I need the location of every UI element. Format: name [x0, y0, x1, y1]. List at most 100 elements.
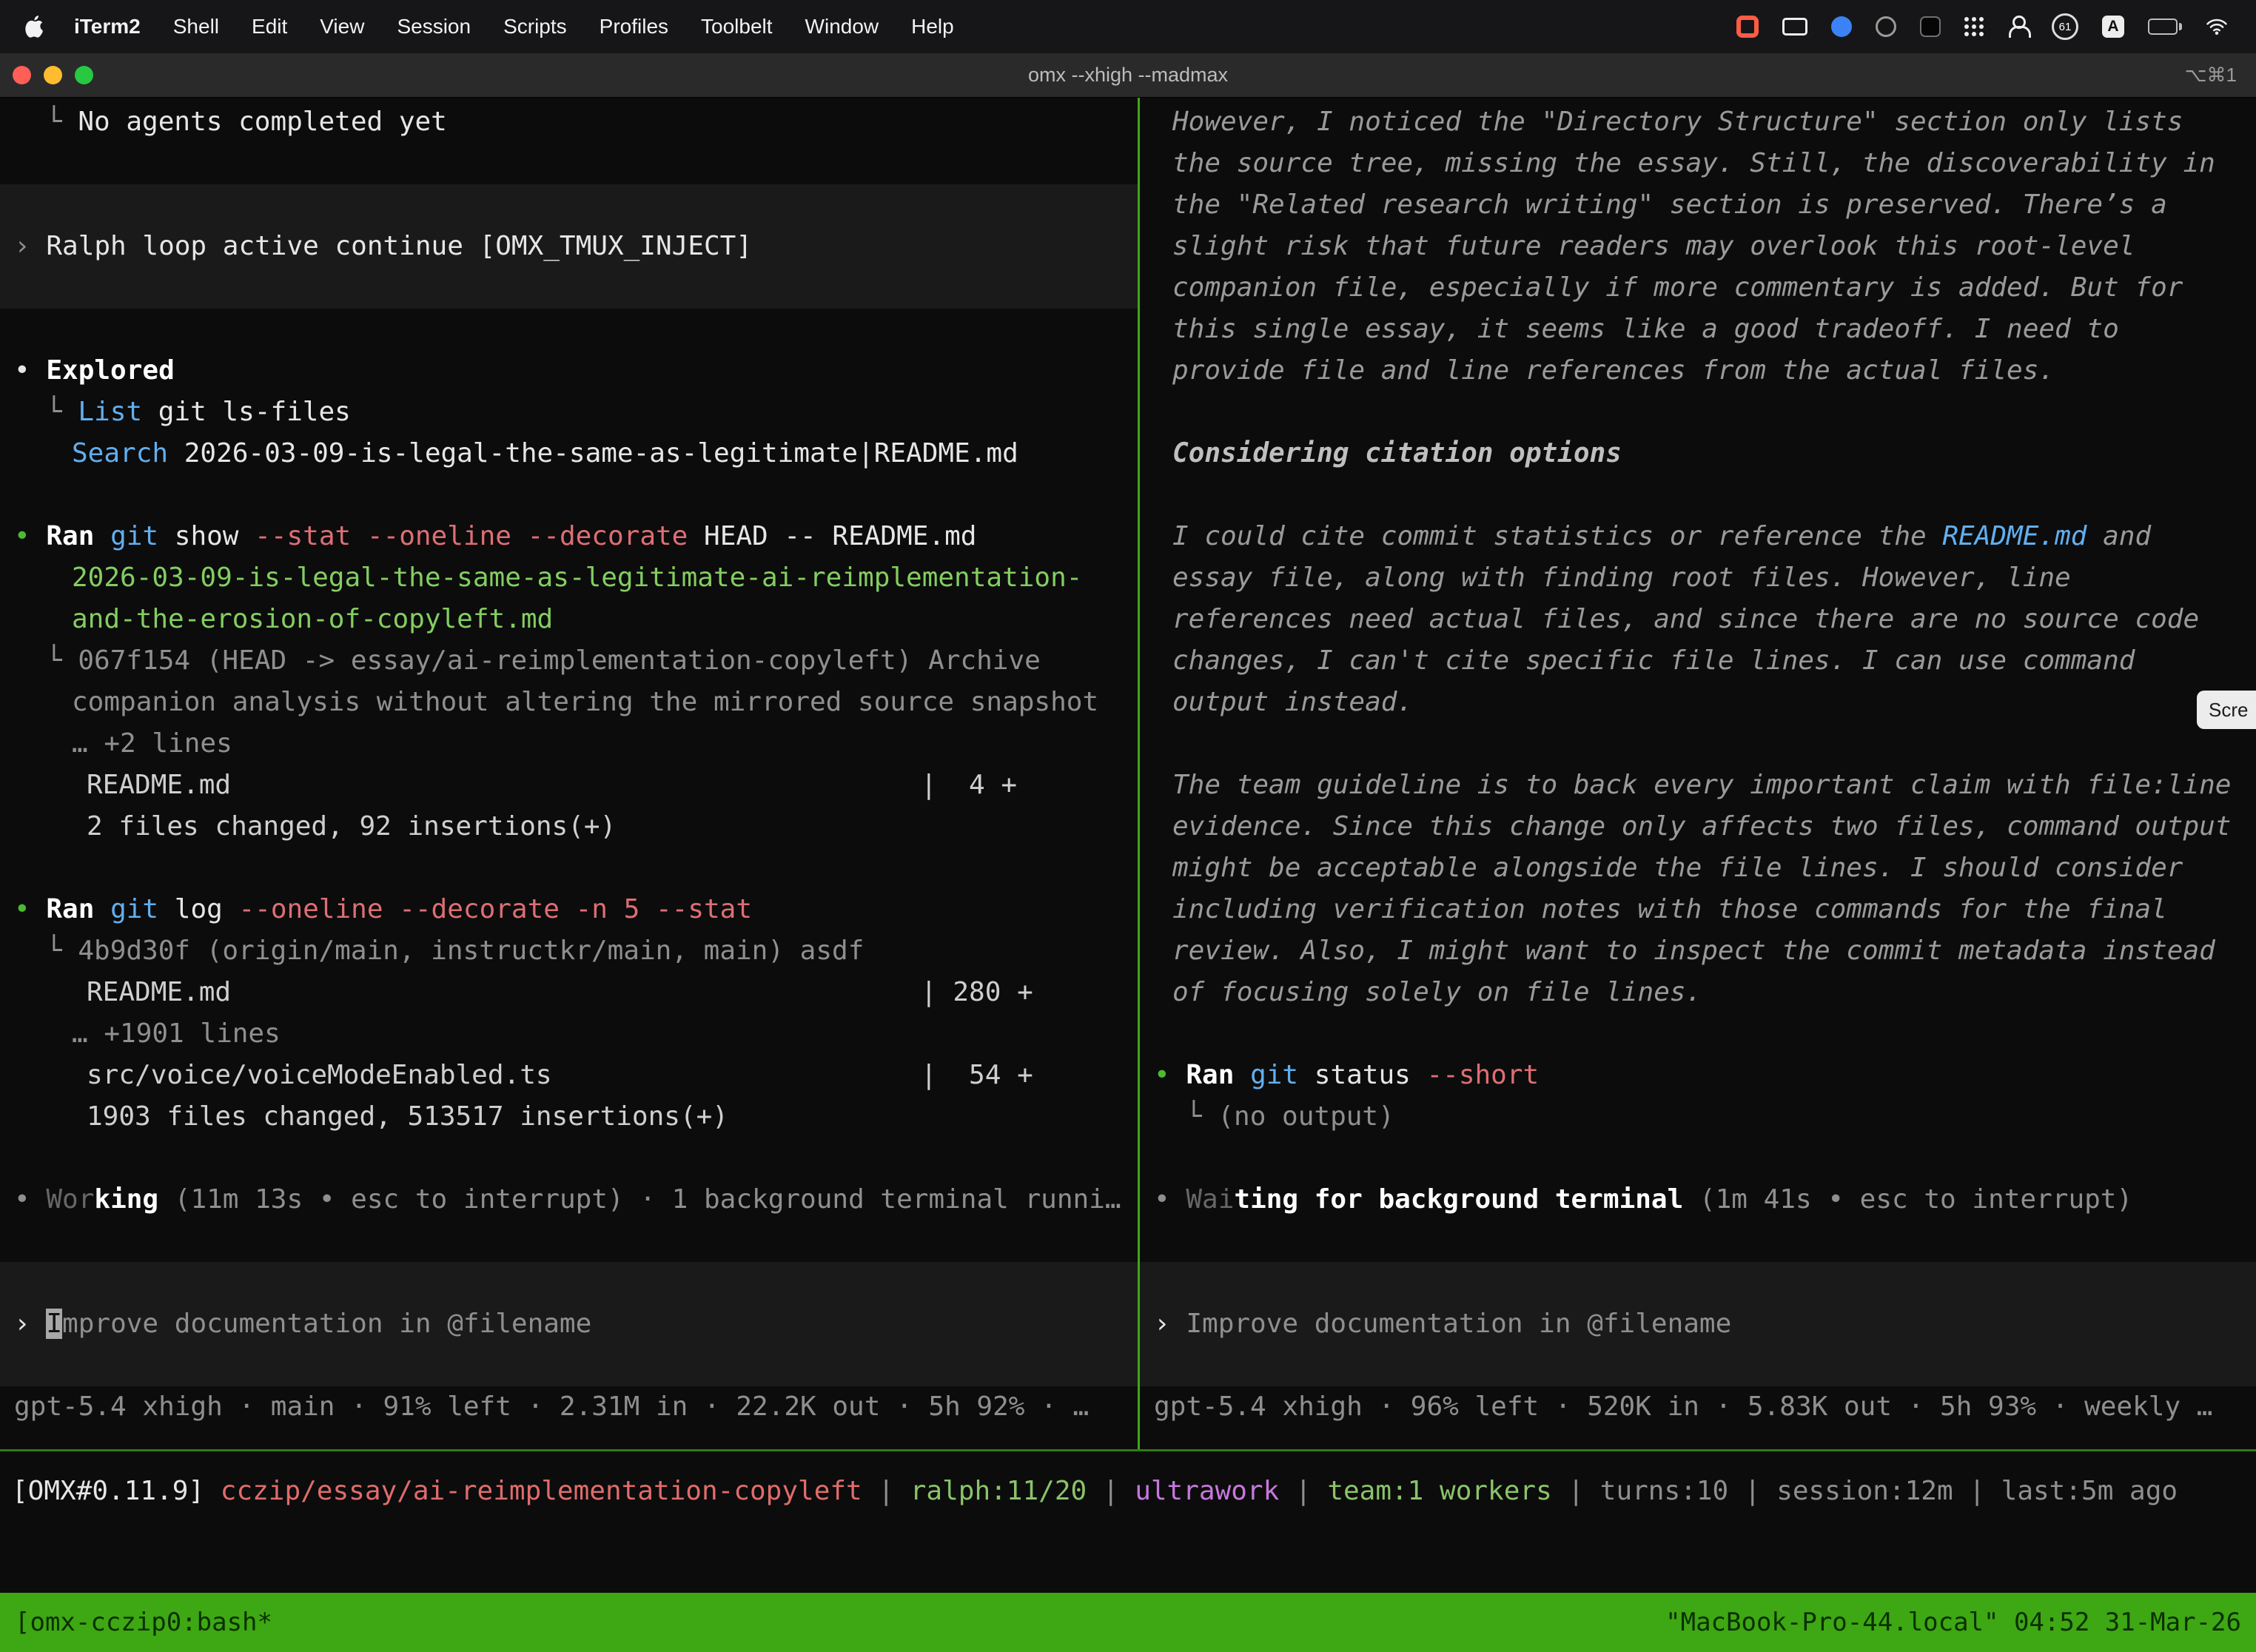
text-segment: 1903 files changed, 513517 insertions(+): [87, 1101, 728, 1132]
terminal-line: evidence. Since this change only affects…: [1140, 806, 2256, 847]
terminal-line: The team guideline is to back every impo…: [1140, 765, 2256, 806]
text-cursor: I: [46, 1309, 62, 1339]
text-segment: README.md | 280 +: [87, 977, 1033, 1007]
text-segment: |: [1953, 1476, 2001, 1506]
text-segment: Search: [72, 438, 168, 469]
text-segment: the source tree, missing the essay. Stil…: [1172, 148, 2215, 178]
menu-item-session[interactable]: Session: [380, 15, 487, 38]
text-segment: |: [1279, 1476, 1327, 1506]
terminal-line: and-the-erosion-of-copyleft.md: [0, 599, 1138, 640]
terminal-line: the source tree, missing the essay. Stil…: [1140, 143, 2256, 184]
wifi-icon[interactable]: [2206, 18, 2228, 36]
text-segment: |: [1087, 1476, 1135, 1506]
terminal-line: └ 4b9d30f (origin/main, instructkr/main,…: [0, 930, 1138, 972]
window-title-bar[interactable]: omx --xhigh --madmax ⌥⌘1: [0, 53, 2256, 98]
terminal-pane-right[interactable]: However, I noticed the "Directory Struct…: [1140, 98, 2256, 1449]
terminal-line: … +2 lines: [0, 723, 1138, 765]
command-input[interactable]: › Improve documentation in @filename: [1140, 1262, 2256, 1386]
text-segment: companion analysis without altering the …: [72, 687, 1098, 717]
terminal-line: README.md | 280 +: [0, 972, 1138, 1013]
text-segment: this single essay, it seems like a good …: [1172, 314, 2119, 344]
text-segment: cczip/essay/ai-reimplementation-copyleft: [221, 1476, 862, 1506]
text-segment: and: [2087, 521, 2151, 551]
terminal-line: of focusing solely on file lines.: [1140, 972, 2256, 1013]
text-segment: references need actual files, and since …: [1172, 604, 2199, 634]
terminal-line: src/voice/voiceModeEnabled.ts | 54 +: [0, 1055, 1138, 1096]
text-segment: ralph:11/20: [910, 1476, 1087, 1506]
text-segment: log: [175, 894, 239, 924]
battery-icon[interactable]: [2148, 19, 2182, 35]
terminal-line: [0, 143, 1138, 184]
terminal-line: 2 files changed, 92 insertions(+): [0, 806, 1138, 847]
apple-menu[interactable]: [21, 16, 58, 38]
text-segment: Ran: [46, 521, 110, 551]
terminal-line: • Explored: [0, 350, 1138, 392]
text-segment: essay file, along with finding root file…: [1172, 563, 2071, 593]
terminal-line: [1140, 723, 2256, 765]
text-segment: including verification notes with those …: [1172, 894, 2167, 924]
working-spinner-line: • Working (11m 13s • esc to interrupt) ·…: [0, 1179, 1138, 1220]
terminal-line: [1140, 474, 2256, 516]
menu-item-view[interactable]: View: [303, 15, 380, 38]
app-status-black-icon[interactable]: [1920, 16, 1941, 37]
terminal-line: output instead.: [1140, 682, 2256, 723]
thinking-heading: Considering citation options: [1140, 433, 2256, 474]
text-segment: status: [1315, 1060, 1427, 1090]
terminal-line: references need actual files, and since …: [1140, 599, 2256, 640]
terminal-line: However, I noticed the "Directory Struct…: [1140, 101, 2256, 143]
text-segment: •: [1154, 1184, 1186, 1215]
text-segment: Improve documentation in @filename: [1186, 1309, 1731, 1339]
keyboard-icon[interactable]: [1782, 18, 1807, 36]
menu-item-toolbelt[interactable]: Toolbelt: [685, 15, 789, 38]
menu-item-scripts[interactable]: Scripts: [487, 15, 583, 38]
text-segment: └: [1186, 1101, 1218, 1132]
terminal-line: └ 067f154 (HEAD -> essay/ai-reimplementa…: [0, 640, 1138, 682]
text-segment: session:12m: [1776, 1476, 1953, 1506]
terminal-line: [0, 847, 1138, 889]
text-segment: 2026-03-09-is-legal-the-same-as-legitima…: [72, 563, 1082, 593]
terminal-line: essay file, along with finding root file…: [1140, 557, 2256, 599]
menu-item-iterm2[interactable]: iTerm2: [58, 15, 157, 38]
text-segment: git: [110, 894, 175, 924]
text-segment: ›: [14, 1309, 46, 1339]
menu-item-profiles[interactable]: Profiles: [583, 15, 685, 38]
text-segment: •: [14, 894, 46, 924]
battery-gauge-icon[interactable]: 61: [2052, 13, 2078, 40]
command-input[interactable]: › Improve documentation in @filename: [0, 1262, 1138, 1386]
input-source-icon[interactable]: A: [2102, 16, 2124, 38]
app-status-blue-icon[interactable]: [1831, 16, 1852, 37]
text-segment: └: [46, 397, 78, 427]
text-segment: HEAD -- README.md: [704, 521, 976, 551]
menu-item-edit[interactable]: Edit: [235, 15, 303, 38]
screen-share-badge[interactable]: Scre: [2197, 691, 2256, 729]
tmux-session-window[interactable]: [omx-cczip0:bash*: [15, 1608, 272, 1637]
apps-grid-icon[interactable]: [1964, 17, 1984, 36]
terminal-content: └ No agents completed yet › Ralph loop a…: [0, 98, 2256, 1449]
terminal-line: • Ran git status --short: [1140, 1055, 2256, 1096]
menu-item-help[interactable]: Help: [895, 15, 970, 38]
inject-banner[interactable]: › Ralph loop active continue [OMX_TMUX_I…: [0, 184, 1138, 309]
terminal-line: └ List git ls-files: [0, 392, 1138, 433]
text-segment: 4b9d30f (origin/main, instructkr/main, m…: [78, 936, 864, 966]
text-segment: gpt-5.4 xhigh · 96% left · 520K in · 5.8…: [1154, 1391, 2212, 1422]
terminal-line: └ No agents completed yet: [0, 101, 1138, 143]
text-segment: Wai: [1186, 1184, 1234, 1215]
text-segment: •: [14, 1184, 46, 1215]
text-segment: king: [94, 1184, 158, 1215]
app-status-dark-icon[interactable]: [1876, 16, 1896, 37]
text-segment: Considering citation options: [1172, 438, 1622, 469]
terminal-line: this single essay, it seems like a good …: [1140, 309, 2256, 350]
text-segment: the "Related research writing" section i…: [1172, 189, 2167, 220]
menu-item-shell[interactable]: Shell: [157, 15, 235, 38]
terminal-pane-left[interactable]: └ No agents completed yet › Ralph loop a…: [0, 98, 1138, 1449]
menu-item-window[interactable]: Window: [789, 15, 896, 38]
terminal-line: • Ran git show --stat --oneline --decora…: [0, 516, 1138, 557]
text-segment: … +2 lines: [72, 728, 232, 759]
text-segment: --short: [1426, 1060, 1539, 1090]
text-segment: mprove documentation in @filename: [62, 1309, 591, 1339]
user-status-icon[interactable]: [2007, 16, 2028, 38]
text-segment: show: [175, 521, 255, 551]
tmux-status-bar: [omx-cczip0:bash* "MacBook-Pro-44.local"…: [0, 1593, 2256, 1652]
text-segment: •: [14, 355, 46, 386]
screen-recording-indicator-icon[interactable]: [1736, 16, 1759, 38]
